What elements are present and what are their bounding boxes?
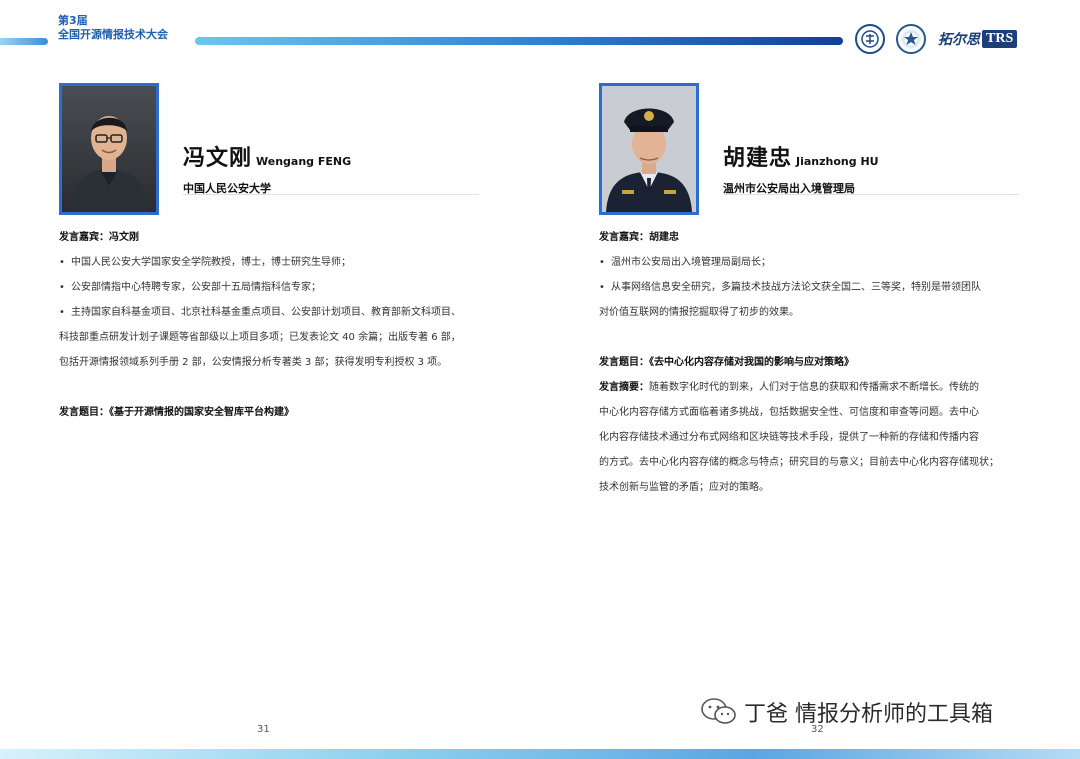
trs-logo-en: TRS <box>982 30 1018 48</box>
speaker-name-en: Jianzhong HU <box>796 155 879 168</box>
guest-name: 胡建忠 <box>649 232 679 243</box>
conference-name: 全国开源情报技术大会 <box>58 28 168 41</box>
topic-title: 《去中心化内容存储对我国的影响与应对策略》 <box>649 357 854 368</box>
abstract-text: 化内容存储技术通过分布式网络和区块链等技术手段，提供了一种新的存储和传播内容 <box>599 432 979 443</box>
speaker-photo-feng <box>59 83 159 215</box>
trs-logo-cn: 拓尔思 <box>938 32 980 48</box>
speaker-header-feng: 冯文刚 Wengang FENG 中国人民公安大学 <box>183 140 351 196</box>
abstract-text: 中心化内容存储方式面临着诸多挑战，包括数据安全性、可信度和审查等问题。去中心 <box>599 407 979 418</box>
wechat-watermark: 丁爸 情报分析师的工具箱 <box>700 696 993 728</box>
abstract-text: 的方式。去中心化内容存储的概念与特点；研究目的与意义；目前去中心化内容存储现状； <box>599 457 999 468</box>
guest-line: 发言嘉宾：冯文刚 <box>59 225 489 250</box>
bio-bullet: 公安部情指中心特聘专家，公安部十五局情指科信专家； <box>59 275 489 300</box>
speaker-name-cn: 胡建忠 <box>723 146 793 171</box>
abstract-label: 发言摘要： <box>599 382 649 393</box>
watermark-text: 丁爸 情报分析师的工具箱 <box>744 702 993 727</box>
police-emblem-logo <box>896 24 926 54</box>
page-number-left: 31 <box>257 724 270 735</box>
seal-icon <box>861 30 879 48</box>
emblem-icon <box>904 32 918 45</box>
topic-label: 发言题目： <box>599 357 649 368</box>
bio-bullet: 温州市公安局出入境管理局副局长； <box>599 250 1029 275</box>
abstract-text: 技术创新与监管的矛盾；应对的策略。 <box>599 482 769 493</box>
bio-continuation: 对价值互联网的情报挖掘取得了初步的效果。 <box>599 307 799 318</box>
bio-bullet: 中国人民公安大学国家安全学院教授，博士，博士研究生导师； <box>59 250 489 275</box>
guest-name: 冯文刚 <box>109 232 139 243</box>
speaker-name-en: Wengang FENG <box>256 155 352 168</box>
header-accent-bar-left <box>0 38 48 45</box>
conference-edition: 第3届 <box>58 14 88 27</box>
speaker-header-hu: 胡建忠 Jianzhong HU 温州市公安局出入境管理局 <box>723 140 879 196</box>
wechat-icon <box>701 698 736 724</box>
header-accent-bar <box>195 37 843 45</box>
speaker-name-cn: 冯文刚 <box>183 146 253 171</box>
topic-title: 《基于开源情报的国家安全智库平台构建》 <box>109 407 294 418</box>
speaker-photo-hu <box>599 83 699 215</box>
bio-continuation: 科技部重点研发计划子课题等省部级以上项目多项；已发表论文 40 余篇；出版专著 … <box>59 332 461 343</box>
guest-label: 发言嘉宾： <box>59 232 109 243</box>
topic-line: 发言题目：《去中心化内容存储对我国的影响与应对策略》 <box>599 350 1029 375</box>
speaker-bio-feng: 发言嘉宾：冯文刚 中国人民公安大学国家安全学院教授，博士，博士研究生导师； 公安… <box>59 225 489 425</box>
university-seal-logo <box>855 24 885 54</box>
conference-title: 第3届 全国开源情报技术大会 <box>58 14 168 42</box>
abstract-line: 发言摘要：随着数字化时代的到来，人们对于信息的获取和传播需求不断增长。传统的 <box>599 375 1029 400</box>
footer-accent-bar <box>0 749 1080 759</box>
trs-logo: 拓尔思 TRS <box>938 28 1022 50</box>
guest-label: 发言嘉宾： <box>599 232 649 243</box>
name-divider <box>723 194 1019 195</box>
name-divider <box>183 194 479 195</box>
bio-bullet: 主持国家自科基金项目、北京社科基金重点项目、公安部计划项目、教育部新文科项目、 <box>59 300 489 325</box>
topic-line: 发言题目：《基于开源情报的国家安全智库平台构建》 <box>59 400 489 425</box>
speaker-bio-hu: 发言嘉宾：胡建忠 温州市公安局出入境管理局副局长； 从事网络信息安全研究，多篇技… <box>599 225 1029 500</box>
bio-continuation: 包括开源情报领域系列手册 2 部，公安情报分析专著类 3 部；获得发明专利授权 … <box>59 357 448 368</box>
bio-bullet: 从事网络信息安全研究，多篇技术技战方法论文获全国二、三等奖，特别是带领团队 <box>599 275 1029 300</box>
topic-label: 发言题目： <box>59 407 109 418</box>
guest-line: 发言嘉宾：胡建忠 <box>599 225 1029 250</box>
abstract-text: 随着数字化时代的到来，人们对于信息的获取和传播需求不断增长。传统的 <box>649 382 979 393</box>
